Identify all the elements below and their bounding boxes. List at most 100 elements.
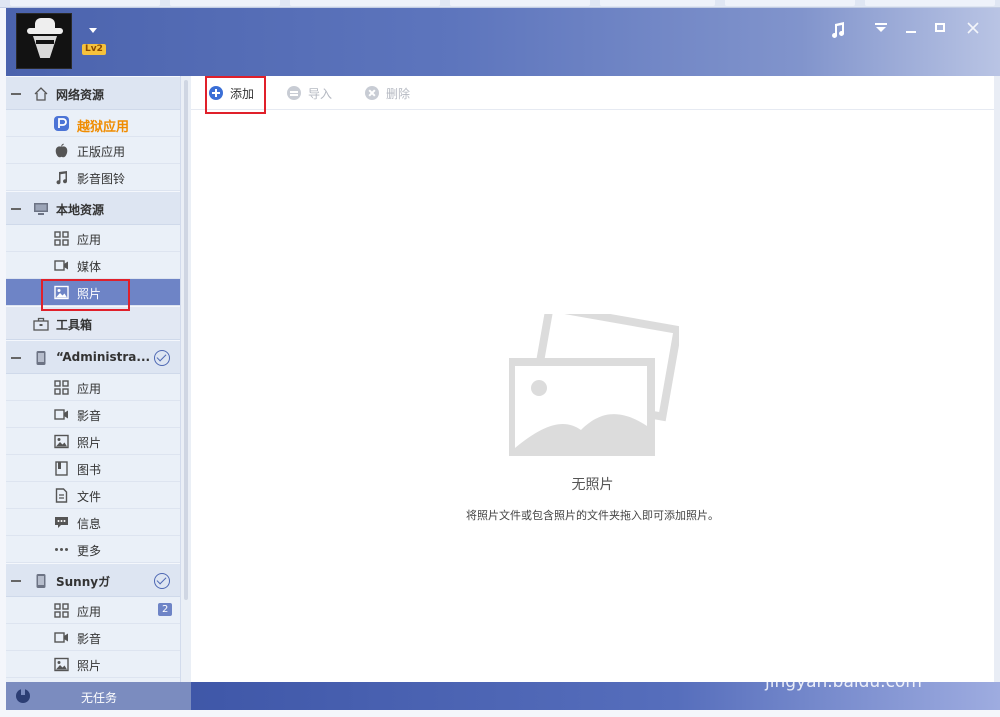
- section-label: 本地资源: [56, 201, 104, 218]
- connected-check-icon: [154, 350, 170, 366]
- section-label: 工具箱: [56, 316, 92, 333]
- sidebar-item-local-photos[interactable]: 照片: [6, 279, 180, 306]
- more-dots-icon: [54, 542, 69, 557]
- video-camera-icon: [54, 407, 69, 422]
- sidebar-item-device2-media[interactable]: 影音: [6, 624, 180, 651]
- browser-tab-strip: [0, 0, 1000, 8]
- browser-tab[interactable]: [600, 0, 715, 6]
- apps-grid-icon: [54, 231, 69, 246]
- book-icon: [54, 461, 69, 476]
- sidebar-item-label: 越狱应用: [77, 116, 129, 135]
- delete-button[interactable]: 删除: [365, 85, 425, 101]
- level-badge: Lv2: [82, 44, 106, 55]
- watermark-logo-text: Bai du 经验: [765, 630, 951, 674]
- photo-icon: [54, 285, 69, 300]
- toolbar: 添加 导入 删除: [191, 76, 994, 110]
- sidebar-item-label: 应用: [77, 380, 101, 397]
- section-device-administrator[interactable]: “Administra...: [6, 340, 180, 374]
- browser-tab[interactable]: [725, 0, 855, 6]
- sidebar-item-label: 应用: [77, 603, 101, 620]
- file-icon: [54, 488, 69, 503]
- sidebar-item-device-messages[interactable]: 信息: [6, 509, 180, 536]
- sidebar-item-device-apps[interactable]: 应用: [6, 374, 180, 401]
- close-icon[interactable]: [964, 22, 982, 40]
- apps-grid-icon: [54, 380, 69, 395]
- photo-icon: [54, 434, 69, 449]
- sidebar-item-label: 媒体: [77, 258, 101, 275]
- apple-icon: [54, 143, 69, 158]
- connected-check-icon: [154, 573, 170, 589]
- import-button[interactable]: 导入: [287, 85, 347, 101]
- empty-state-description: 将照片文件或包含照片的文件夹拖入即可添加照片。: [191, 507, 994, 523]
- collapse-icon[interactable]: [11, 357, 21, 359]
- sidebar-item-device-photos[interactable]: 照片: [6, 428, 180, 455]
- section-label: “Administra...: [56, 350, 150, 364]
- browser-tab[interactable]: [170, 0, 280, 6]
- watermark-url: jingyan.baidu.com: [765, 672, 922, 692]
- sidebar-item-local-media[interactable]: 媒体: [6, 252, 180, 279]
- browser-tab[interactable]: [865, 0, 995, 6]
- sidebar-scrollbar-thumb[interactable]: [184, 80, 188, 600]
- add-button[interactable]: 添加: [209, 85, 269, 101]
- apps-grid-icon: [54, 603, 69, 618]
- sidebar-item-device2-apps[interactable]: 应用 2: [6, 597, 180, 624]
- pp-logo-icon: [54, 116, 69, 131]
- section-device-sunny[interactable]: Sunnyガ: [6, 563, 180, 597]
- add-icon: [209, 86, 223, 100]
- user-avatar[interactable]: [16, 13, 72, 69]
- section-network-resources[interactable]: 网络资源: [6, 76, 180, 110]
- sidebar-item-device2-photos[interactable]: 照片: [6, 651, 180, 678]
- maximize-icon[interactable]: [931, 22, 949, 40]
- music-note-icon: [54, 170, 69, 185]
- empty-state-title: 无照片: [191, 474, 994, 494]
- phone-icon: [33, 350, 49, 366]
- menu-icon[interactable]: [872, 22, 890, 40]
- sidebar: 网络资源 越狱应用 正版应用 影音图铃 本地资源 应用 媒体 照片 工具箱 “A…: [6, 76, 181, 682]
- sidebar-item-official-apps[interactable]: 正版应用: [6, 137, 180, 164]
- sidebar-item-label: 信息: [77, 515, 101, 532]
- browser-tab[interactable]: [450, 0, 590, 6]
- window-edge: [994, 76, 1000, 682]
- baidu-watermark: Bai du 经验 jingyan.baidu.com: [765, 630, 995, 702]
- browser-tab[interactable]: [290, 0, 440, 6]
- video-camera-icon: [54, 630, 69, 645]
- photo-icon: [54, 657, 69, 672]
- sidebar-item-label: 照片: [77, 657, 101, 674]
- sidebar-item-jailbreak-apps[interactable]: 越狱应用: [6, 110, 180, 137]
- section-label: Sunnyガ: [56, 573, 110, 590]
- count-badge: 2: [158, 603, 172, 616]
- empty-photos-icon: [509, 314, 679, 456]
- home-icon: [33, 86, 49, 102]
- task-spinner-icon: [16, 689, 30, 703]
- music-icon[interactable]: [829, 22, 847, 40]
- collapse-icon[interactable]: [11, 208, 21, 210]
- section-toolbox[interactable]: 工具箱: [6, 306, 180, 340]
- task-status-label: 无任务: [81, 689, 117, 706]
- sidebar-item-device-files[interactable]: 文件: [6, 482, 180, 509]
- phone-icon: [33, 573, 49, 589]
- collapse-icon[interactable]: [11, 580, 21, 582]
- username-text: 𡛠、雙: [82, 22, 85, 38]
- minimize-icon[interactable]: [902, 22, 920, 40]
- sidebar-item-label: 正版应用: [77, 143, 125, 160]
- sidebar-item-media-ringtones[interactable]: 影音图铃: [6, 164, 180, 191]
- sidebar-item-label: 应用: [77, 231, 101, 248]
- username-menu[interactable]: 𡛠、雙: [82, 22, 97, 38]
- browser-tab[interactable]: [10, 0, 160, 6]
- add-button-label: 添加: [230, 85, 254, 102]
- sidebar-item-device-more[interactable]: 更多: [6, 536, 180, 563]
- sidebar-item-device-media[interactable]: 影音: [6, 401, 180, 428]
- sidebar-item-label: 影音: [77, 630, 101, 647]
- collapse-icon[interactable]: [11, 93, 21, 95]
- sidebar-item-label: 影音: [77, 407, 101, 424]
- import-button-label: 导入: [308, 85, 332, 102]
- sidebar-item-device-books[interactable]: 图书: [6, 455, 180, 482]
- main-content: 添加 导入 删除 无照片 将照片文件或包含照片的文件夹拖入即可添加照片。: [191, 76, 994, 682]
- section-local-resources[interactable]: 本地资源: [6, 191, 180, 225]
- chevron-down-icon: [89, 28, 97, 33]
- delete-icon: [365, 86, 379, 100]
- sidebar-item-label: 文件: [77, 488, 101, 505]
- task-status-bar[interactable]: 无任务: [6, 682, 191, 710]
- delete-button-label: 删除: [386, 85, 410, 102]
- sidebar-item-local-apps[interactable]: 应用: [6, 225, 180, 252]
